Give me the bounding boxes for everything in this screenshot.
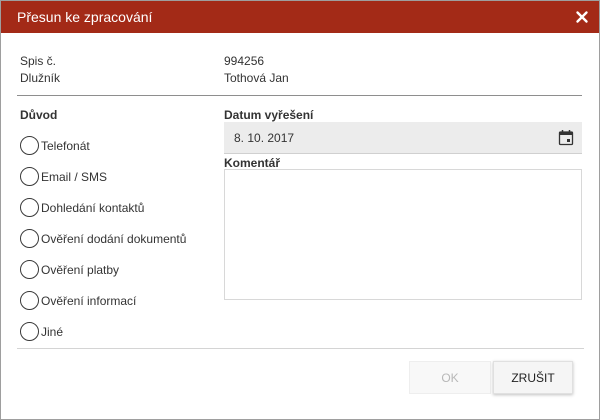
radio-circle[interactable] [20,260,39,279]
radio-circle[interactable] [20,291,39,310]
dluznik-value: Tothová Jan [224,71,289,85]
spis-label: Spis č. [20,54,57,68]
cancel-button[interactable]: Zrušit [493,361,573,394]
radio-circle[interactable] [20,136,39,155]
calendar-icon[interactable] [558,129,574,146]
radio-circle[interactable] [20,229,39,248]
radio-circle[interactable] [20,167,39,186]
move-to-processing-dialog: Přesun ke zpracování Spis č. 994256 Dluž… [0,0,600,420]
radio-label: Jiné [41,325,64,339]
reason-label: Důvod [20,108,58,122]
resolution-date-label: Datum vyřešení [224,108,314,122]
footer-divider [17,348,584,349]
radio-label: Ověření informací [41,294,137,308]
date-value: 8. 10. 2017 [234,131,295,145]
radio-label: Email / SMS [41,170,108,184]
radio-circle[interactable] [20,198,39,217]
comment-textarea[interactable] [224,169,582,300]
spis-value: 994256 [224,54,265,68]
radio-circle[interactable] [20,322,39,341]
radio-label: Ověření platby [41,263,120,277]
resolution-date-input[interactable]: 8. 10. 2017 [224,122,582,154]
comment-label: Komentář [224,156,281,170]
radio-label: Dohledání kontaktů [41,201,145,215]
radio-label: Ověření dodání dokumentů [41,232,187,246]
radio-label: Telefonát [41,139,90,153]
header-divider [17,95,582,96]
dluznik-label: Dlužník [20,71,61,85]
close-icon[interactable] [575,10,589,24]
ok-button[interactable]: OK [409,361,491,394]
dialog-titlebar: Přesun ke zpracování [1,1,599,33]
dialog-title: Přesun ke zpracování [17,9,153,25]
